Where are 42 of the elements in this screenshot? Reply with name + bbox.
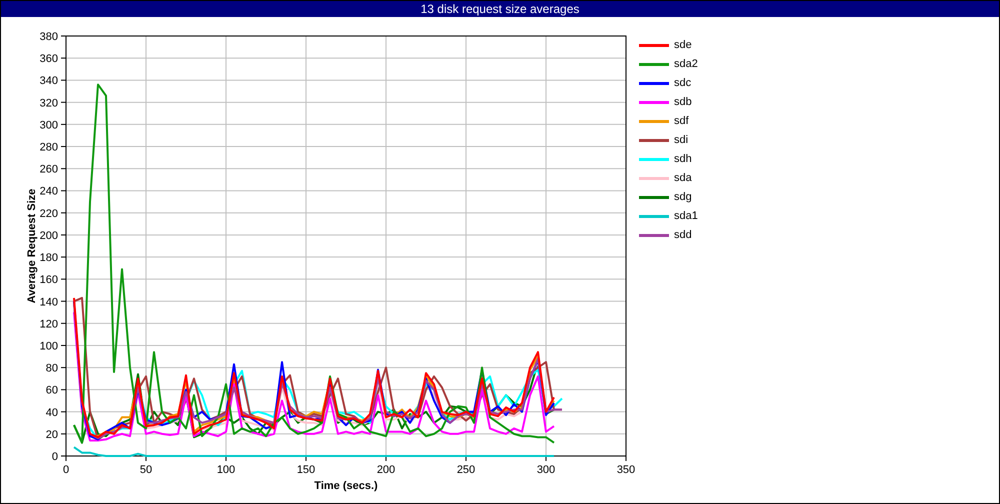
legend-label: sda2 [674, 56, 698, 72]
x-tick-label: 200 [376, 464, 396, 476]
x-tick-label: 50 [140, 464, 152, 476]
y-tick-label: 340 [40, 75, 58, 88]
y-tick-label: 220 [40, 208, 58, 220]
y-axis-label: Average Request Size [26, 188, 38, 304]
legend-label: sdd [674, 228, 692, 243]
legend-label: sda [674, 170, 692, 186]
y-tick-label: 320 [40, 97, 58, 110]
y-tick-label: 60 [46, 384, 58, 397]
legend-label: sdi [674, 132, 688, 148]
y-tick-label: 300 [40, 119, 58, 132]
y-tick-label: 180 [40, 252, 58, 264]
y-tick-label: 40 [46, 406, 58, 419]
x-axis-label: Time (secs.) [314, 480, 378, 492]
legend-label: sdh [674, 152, 692, 167]
x-tick-label: 350 [616, 464, 636, 476]
y-tick-label: 0 [52, 451, 58, 463]
y-tick-label: 360 [40, 53, 58, 66]
y-tick-label: 80 [46, 362, 58, 375]
x-tick-label: 0 [62, 464, 70, 476]
x-tick-label: 100 [216, 464, 236, 476]
x-tick-label: 250 [456, 464, 476, 476]
legend-label: sde [674, 38, 692, 53]
chart-title-bar: 13 disk request size averages [1, 1, 999, 17]
y-tick-label: 260 [40, 164, 58, 176]
x-tick-label: 150 [296, 464, 316, 476]
legend-label: sdf [674, 114, 689, 129]
y-tick-label: 200 [40, 230, 58, 242]
y-tick-label: 240 [40, 186, 58, 198]
y-tick-label: 380 [40, 31, 58, 43]
y-tick-label: 100 [40, 340, 58, 352]
y-tick-label: 120 [40, 318, 58, 330]
y-tick-label: 20 [46, 428, 58, 441]
legend-label: sdg [674, 190, 692, 205]
legend-label: sda1 [674, 208, 698, 224]
legend-label: sdb [674, 94, 692, 110]
y-tick-label: 140 [40, 296, 58, 308]
y-tick-label: 280 [40, 142, 58, 154]
x-tick-label: 300 [536, 464, 556, 476]
legend-label: sdc [674, 76, 692, 91]
y-tick-label: 160 [40, 274, 58, 286]
